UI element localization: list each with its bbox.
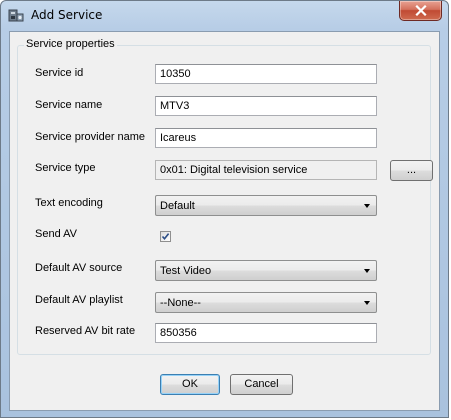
service-properties-group: Service properties Service id 10350 Serv… — [17, 38, 433, 355]
default-av-source-label: Default AV source — [35, 262, 123, 274]
service-name-input[interactable]: MTV3 — [155, 96, 377, 116]
service-provider-name-input[interactable]: Icareus — [155, 128, 377, 148]
window-title: Add Service — [31, 8, 103, 22]
default-av-playlist-value: --None-- — [160, 297, 201, 309]
dialog-body: Service properties Service id 10350 Serv… — [9, 31, 440, 411]
title-bar[interactable]: Add Service — [1, 1, 448, 31]
checkmark-icon — [161, 233, 170, 241]
text-encoding-value: Default — [160, 200, 195, 212]
service-type-field: 0x01: Digital television service — [155, 160, 377, 180]
send-av-label: Send AV — [35, 228, 77, 240]
service-name-label: Service name — [35, 99, 103, 111]
text-encoding-label: Text encoding — [35, 197, 103, 209]
text-encoding-select[interactable]: Default — [155, 195, 377, 216]
close-button[interactable] — [399, 1, 442, 21]
service-provider-name-label: Service provider name — [35, 131, 146, 143]
service-id-input[interactable]: 10350 — [155, 64, 377, 84]
send-av-checkbox[interactable] — [160, 231, 171, 242]
reserved-av-bit-rate-input[interactable]: 850356 — [155, 323, 377, 343]
default-av-playlist-label: Default AV playlist — [35, 294, 123, 306]
default-av-playlist-select[interactable]: --None-- — [155, 292, 377, 313]
close-icon — [414, 5, 427, 16]
group-title: Service properties — [24, 38, 117, 50]
ok-button[interactable]: OK — [160, 374, 220, 395]
chevron-down-icon — [364, 204, 370, 208]
add-service-dialog: Add Service Service properties Service i… — [0, 0, 449, 418]
chevron-down-icon — [364, 301, 370, 305]
reserved-av-bit-rate-label: Reserved AV bit rate — [35, 325, 136, 337]
default-av-source-value: Test Video — [160, 265, 212, 277]
cancel-button[interactable]: Cancel — [230, 374, 293, 395]
service-id-label: Service id — [35, 67, 84, 79]
chevron-down-icon — [364, 269, 370, 273]
service-type-label: Service type — [35, 162, 96, 174]
app-icon — [8, 9, 24, 22]
default-av-source-select[interactable]: Test Video — [155, 260, 377, 281]
service-type-browse-button[interactable]: ... — [390, 160, 433, 181]
